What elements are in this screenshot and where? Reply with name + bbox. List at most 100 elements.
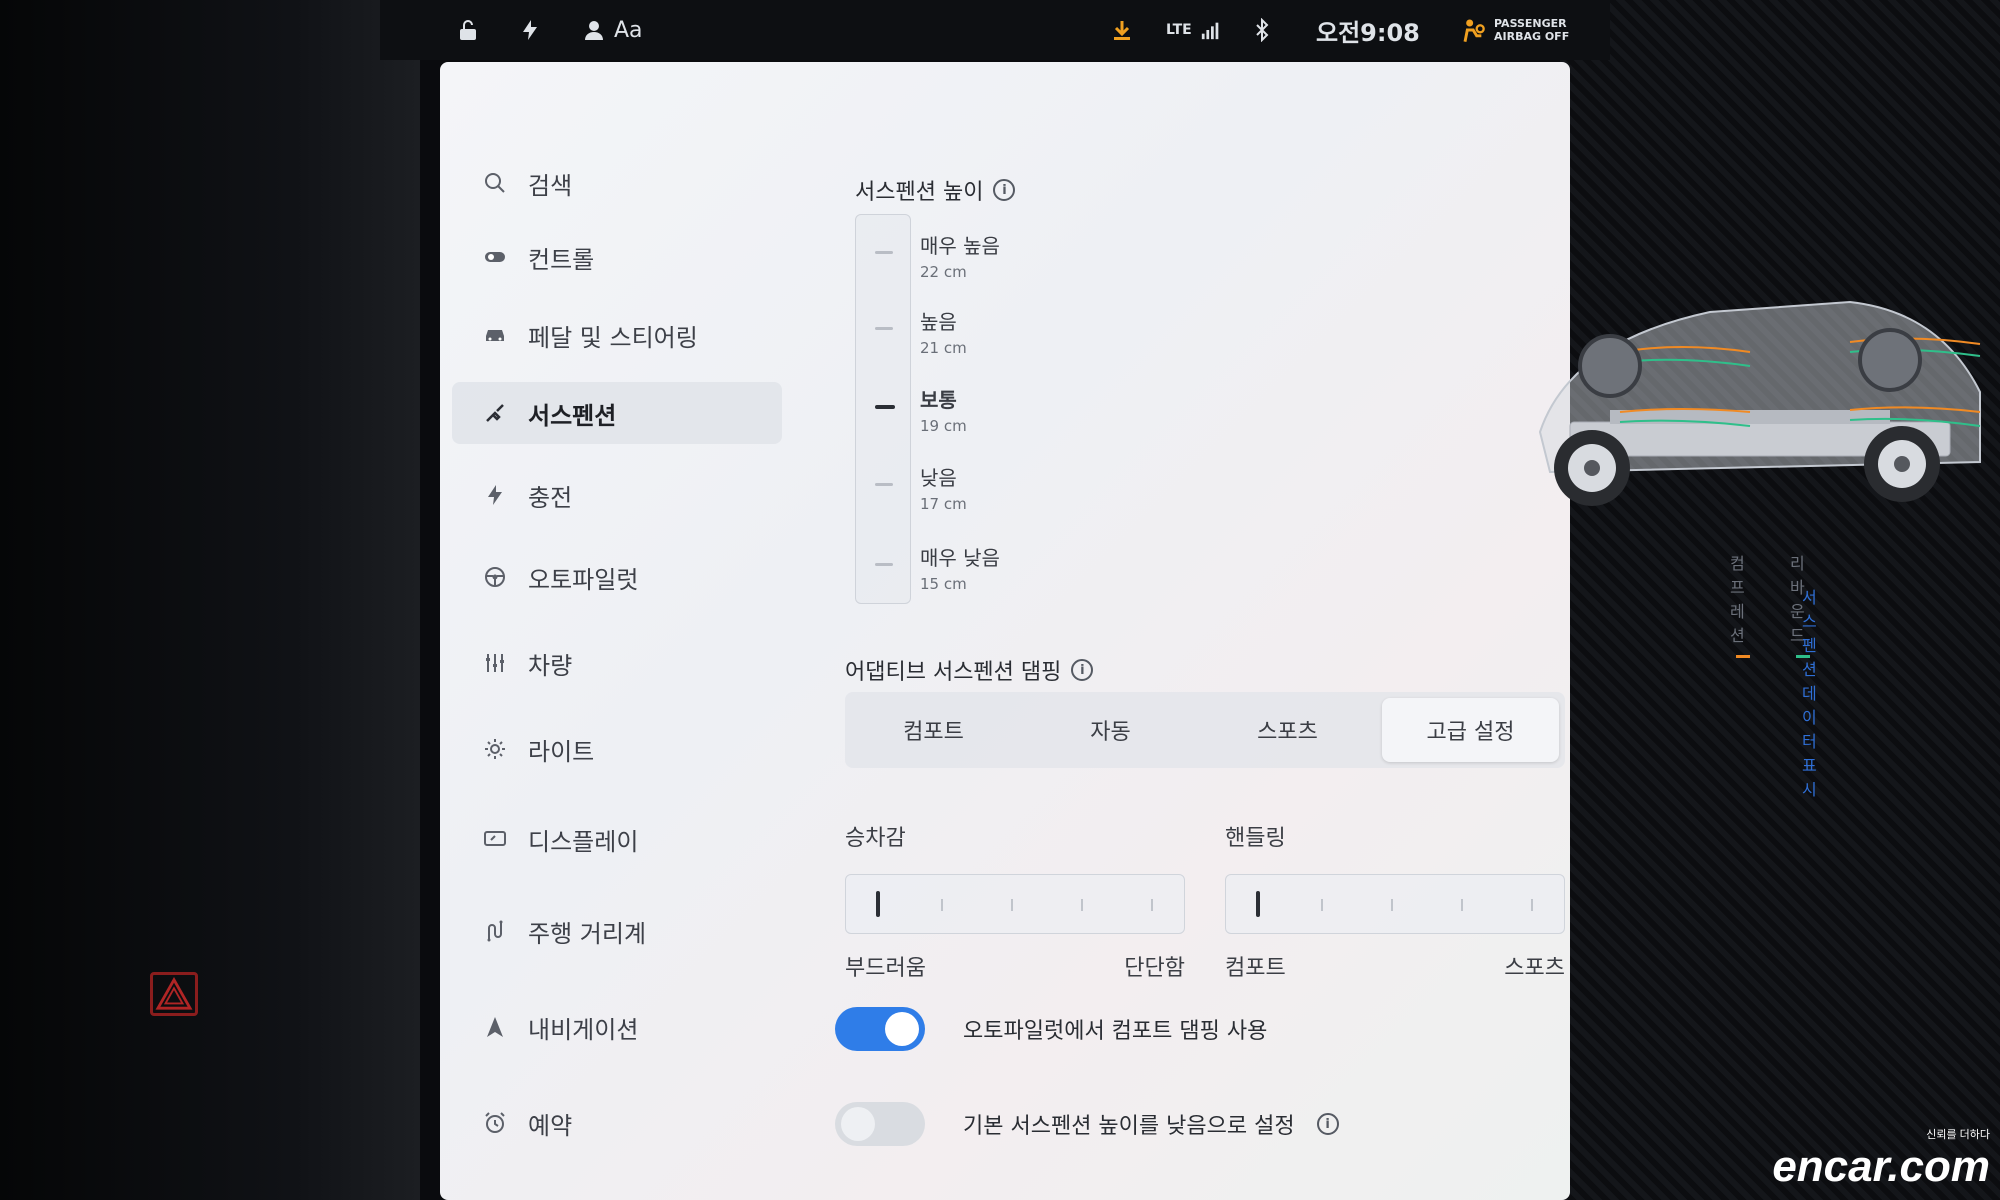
sidebar-item-label: 라이트 (528, 737, 595, 766)
autopilot-comfort-damping-row: 오토파일럿에서 컴포트 댐핑 사용 (835, 1007, 1267, 1051)
height-option-value: 15 cm (920, 575, 967, 593)
autopilot-comfort-damping-toggle[interactable] (835, 1007, 925, 1051)
ride-slider-max-label: 단단함 (1124, 956, 1185, 981)
bolt-icon (482, 482, 508, 508)
sidebar-item-trip[interactable]: 주행 거리계 (452, 900, 782, 962)
suspension-legend: 컴프레션 리바운드 (1730, 550, 1810, 665)
height-option-high[interactable]: 높음 21 cm (920, 306, 967, 357)
sidebar-item-pedals-steering[interactable]: 페달 및 스티어링 (452, 304, 782, 366)
suspension-height-title: 서스펜션 높이 i (855, 174, 1016, 206)
network-type: LTE (1166, 22, 1192, 38)
cellular-status: LTE (1166, 19, 1222, 41)
sidebar-item-suspension[interactable]: 서스펜션 (452, 382, 782, 444)
ride-slider-min-label: 부드러움 (845, 956, 926, 981)
height-option-value: 22 cm (920, 263, 967, 281)
search-icon (482, 170, 508, 196)
damping-option-comfort[interactable]: 컴포트 (845, 692, 1022, 768)
hazard-triangle-icon (155, 977, 193, 1010)
slider-tick (941, 899, 943, 911)
height-option-label: 매우 높음 (920, 234, 1000, 258)
sidebar-item-controls[interactable]: 컨트롤 (452, 226, 782, 288)
passenger-airbag-status: PASSENGER AIRBAG OFF (1458, 16, 1569, 44)
signal-bars-icon (1201, 22, 1219, 40)
sidebar-item-label: 검색 (528, 171, 573, 200)
suspension-icon (482, 400, 508, 426)
toggle-knob (885, 1012, 919, 1046)
height-tick-low[interactable] (875, 483, 893, 486)
handling-slider-max-label: 스포츠 (1504, 956, 1565, 981)
download-icon[interactable] (1110, 18, 1134, 42)
height-option-label: 매우 낮음 (920, 546, 1000, 570)
sidebar-item-charging[interactable]: 충전 (452, 464, 782, 526)
height-tick-normal[interactable] (875, 405, 895, 409)
default-low-height-row: 기본 서스펜션 높이를 낮음으로 설정 i (835, 1102, 1339, 1146)
height-option-very-low[interactable]: 매우 낮음 15 cm (920, 542, 1000, 593)
sidebar-item-lights[interactable]: 라이트 (452, 718, 782, 780)
sidebar-item-vehicle[interactable]: 차량 (452, 632, 782, 694)
sliders-icon (482, 650, 508, 676)
default-low-height-toggle[interactable] (835, 1102, 925, 1146)
airbag-line-2: AIRBAG OFF (1494, 30, 1570, 43)
person-icon (585, 21, 603, 40)
info-icon[interactable]: i (993, 179, 1016, 201)
damping-segmented-control[interactable]: 컴포트 자동 스포츠 고급 설정 (845, 692, 1565, 768)
car-icon (482, 322, 508, 348)
hazard-button[interactable] (150, 972, 198, 1016)
sidebar-item-label: 디스플레이 (528, 827, 639, 856)
info-icon[interactable]: i (1316, 1113, 1339, 1135)
height-option-very-high[interactable]: 매우 높음 22 cm (920, 230, 1000, 281)
left-bezel (0, 0, 420, 1200)
slider-tick (1391, 899, 1393, 911)
sidebar-item-schedule[interactable]: 예약 (452, 1092, 782, 1154)
airbag-line-1: PASSENGER (1494, 17, 1567, 30)
height-option-label: 보통 (920, 388, 957, 412)
toggle-label: 오토파일럿에서 컴포트 댐핑 사용 (963, 1019, 1268, 1044)
handling-slider-title: 핸들링 (1225, 826, 1286, 851)
profile-label: Aa (614, 17, 643, 43)
settings-sidebar: 검색 컨트롤 페달 및 스티어링 서스펜션 충전 오토파일럿 차량 라이트 디스… (440, 62, 820, 1200)
sun-icon (482, 736, 508, 762)
height-tick-very-high[interactable] (875, 251, 893, 254)
toggle-label: 기본 서스펜션 높이를 낮음으로 설정 (963, 1114, 1295, 1139)
height-option-value: 21 cm (920, 339, 967, 357)
show-suspension-data-link[interactable]: 서스펜션 데이터 표시 (1802, 584, 1817, 800)
bluetooth-icon[interactable] (1250, 18, 1274, 42)
watermark-tagline: 신뢰를 더하다 (1926, 1129, 1990, 1141)
handling-slider[interactable] (1225, 874, 1565, 934)
height-tick-high[interactable] (875, 327, 893, 330)
sidebar-item-navigation[interactable]: 내비게이션 (452, 996, 782, 1058)
lightning-icon (518, 18, 542, 42)
car-chassis-graphic (1538, 300, 1981, 506)
navigation-arrow-icon (482, 1014, 508, 1040)
ride-slider[interactable] (845, 874, 1185, 934)
toggle-icon (482, 244, 508, 270)
sidebar-item-label: 컨트롤 (528, 245, 595, 274)
height-option-low[interactable]: 낮음 17 cm (920, 462, 967, 513)
watermark-brand: encar.com (1772, 1142, 1990, 1191)
driver-profile[interactable]: Aa (582, 18, 643, 43)
damping-option-auto[interactable]: 자동 (1022, 692, 1199, 768)
sidebar-item-label: 주행 거리계 (528, 919, 647, 948)
height-option-normal[interactable]: 보통 19 cm (920, 384, 967, 435)
ride-slider-thumb[interactable] (876, 891, 880, 917)
legend-compression-swatch (1736, 655, 1750, 658)
info-icon[interactable]: i (1071, 659, 1094, 681)
ride-comfort-slider-block: 승차감 부드러움 단단함 (845, 820, 1185, 982)
handling-slider-thumb[interactable] (1256, 891, 1260, 917)
status-bar: Aa LTE 오전9:08 PASSENGER AIRBAG OFF (380, 0, 1610, 60)
settings-screen: 검색 컨트롤 페달 및 스티어링 서스펜션 충전 오토파일럿 차량 라이트 디스… (440, 62, 1981, 1200)
display-icon (482, 826, 508, 852)
sidebar-item-label: 예약 (528, 1111, 573, 1140)
damping-option-sport[interactable]: 스포츠 (1199, 692, 1376, 768)
height-tick-very-low[interactable] (875, 563, 893, 566)
damping-label: 어댑티브 서스펜션 댐핑 (845, 660, 1062, 685)
damping-option-advanced[interactable]: 고급 설정 (1382, 698, 1559, 762)
lock-icon[interactable] (456, 18, 480, 42)
slider-tick (1461, 899, 1463, 911)
sidebar-item-autopilot[interactable]: 오토파일럿 (452, 546, 782, 608)
encar-watermark: 신뢰를 더하다 encar.com (1772, 1126, 1990, 1192)
sidebar-item-display[interactable]: 디스플레이 (452, 808, 782, 870)
slider-tick (1011, 899, 1013, 911)
height-selector[interactable] (855, 214, 911, 604)
sidebar-item-search[interactable]: 검색 (452, 152, 782, 214)
